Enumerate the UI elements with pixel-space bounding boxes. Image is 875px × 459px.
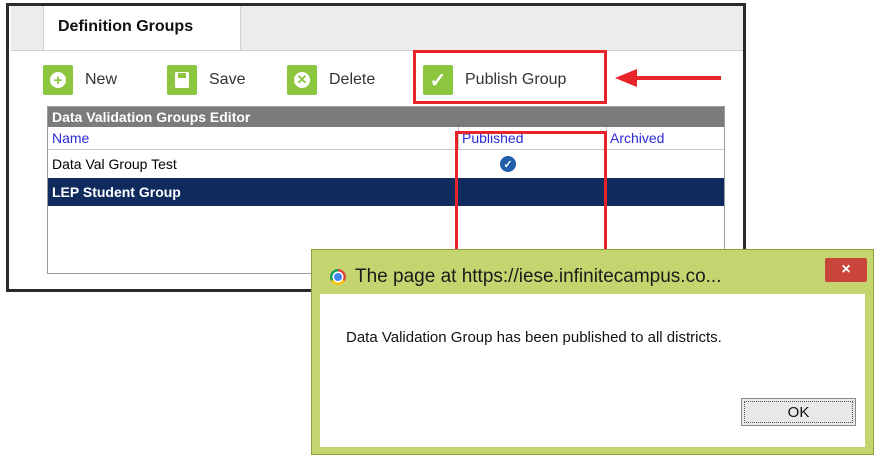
table-row[interactable]: Data Val Group Test ✓ bbox=[48, 150, 724, 178]
dialog-title: The page at https://iese.infinitecampus.… bbox=[330, 266, 721, 288]
published-column-highlight-box bbox=[455, 131, 607, 255]
floppy-icon bbox=[167, 65, 197, 95]
column-header-archived[interactable]: Archived bbox=[610, 130, 664, 146]
chrome-icon bbox=[330, 269, 346, 285]
dialog-body: Data Validation Group has been published… bbox=[320, 294, 865, 447]
checkmark-icon: ✓ bbox=[423, 65, 453, 95]
new-button-label: New bbox=[85, 71, 118, 88]
dialog-message: Data Validation Group has been published… bbox=[346, 329, 722, 346]
column-header-name[interactable]: Name bbox=[52, 130, 89, 146]
table-row-selected[interactable]: LEP Student Group bbox=[48, 178, 724, 206]
ok-button[interactable]: OK bbox=[741, 398, 856, 426]
close-button[interactable]: × bbox=[825, 258, 867, 282]
new-button[interactable]: + New bbox=[43, 64, 117, 96]
save-button[interactable]: Save bbox=[167, 64, 245, 96]
row-name: LEP Student Group bbox=[52, 184, 181, 200]
editor-column-header: Name Published Archived bbox=[48, 127, 724, 150]
tab-bar: Definition Groups bbox=[11, 6, 743, 51]
save-button-label: Save bbox=[209, 71, 246, 88]
delete-button-label: Delete bbox=[329, 71, 376, 88]
red-arrow-icon bbox=[615, 69, 721, 87]
dialog-title-text: The page at https://iese.infinitecampus.… bbox=[355, 266, 722, 287]
tab-label: Definition Groups bbox=[58, 18, 194, 35]
editor-title: Data Validation Groups Editor bbox=[48, 107, 724, 127]
delete-button[interactable]: ✕ Delete bbox=[287, 64, 375, 96]
x-circle-icon: ✕ bbox=[287, 65, 317, 95]
plus-icon: + bbox=[43, 65, 73, 95]
browser-alert-dialog: The page at https://iese.infinitecampus.… bbox=[311, 249, 874, 455]
row-name: Data Val Group Test bbox=[52, 156, 177, 172]
tab-definition-groups[interactable]: Definition Groups bbox=[43, 6, 241, 50]
